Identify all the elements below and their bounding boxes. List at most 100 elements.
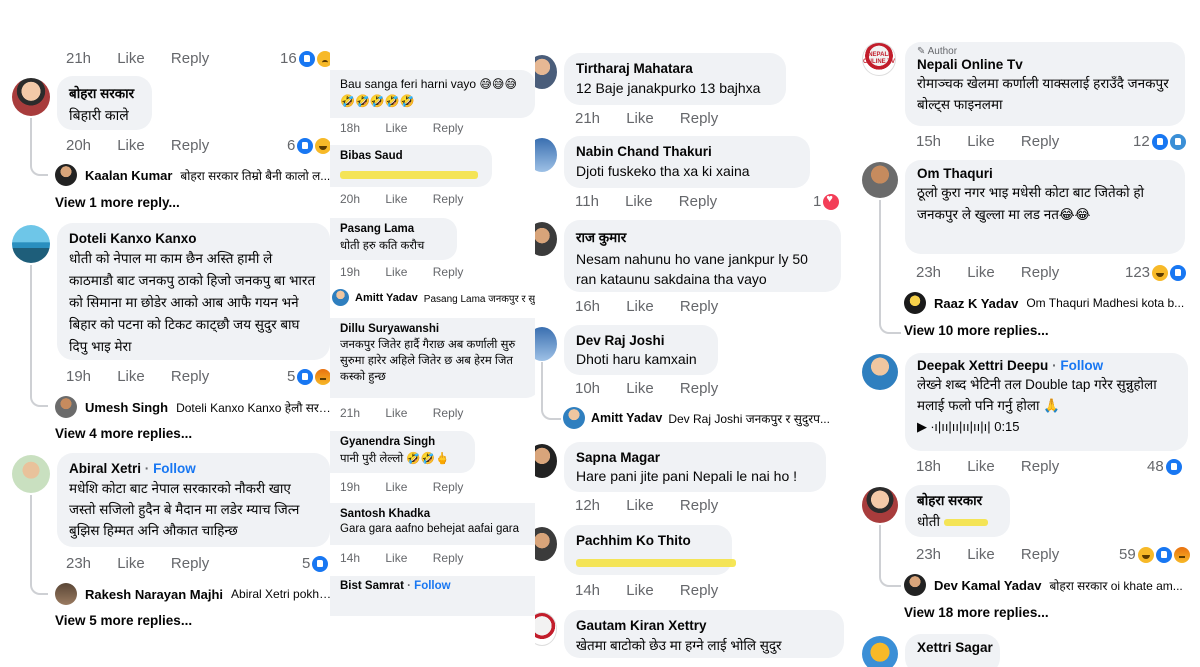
reply-button[interactable]: Reply <box>680 497 718 514</box>
comment-author[interactable]: Abiral Xetri <box>69 461 141 476</box>
like-button[interactable]: Like <box>385 265 407 279</box>
comment-author[interactable]: Gautam Kiran Xettry <box>576 618 832 633</box>
avatar[interactable] <box>535 55 557 89</box>
avatar[interactable] <box>535 138 557 172</box>
follow-button[interactable]: Follow <box>1060 358 1103 373</box>
avatar[interactable] <box>535 527 557 561</box>
reply-preview[interactable]: Amitt Yadav Pasang Lama जनकपुर र सु <box>332 289 540 306</box>
view-more-replies-link[interactable]: View 18 more replies... <box>904 605 1049 620</box>
like-button[interactable]: Like <box>626 380 654 397</box>
comment-author[interactable]: Pachhim Ko Thito <box>576 533 720 548</box>
reply-button[interactable]: Reply <box>433 192 464 206</box>
reaction-summary[interactable]: 48 <box>1147 458 1182 475</box>
reaction-summary[interactable]: 1 <box>813 193 840 210</box>
reply-preview[interactable]: Kaalan Kumar बोहरा सरकार तिम्रो बैनी काल… <box>55 164 333 186</box>
comment-author[interactable]: Nepali Online Tv <box>917 57 1173 72</box>
avatar[interactable] <box>862 162 898 198</box>
reply-button[interactable]: Reply <box>680 110 718 127</box>
comment-author[interactable]: Xettri Sagar <box>917 640 993 655</box>
like-button[interactable]: Like <box>967 458 995 475</box>
comment-author[interactable]: Dillu Suryawanshi <box>340 323 530 335</box>
follow-button[interactable]: Follow <box>153 461 196 476</box>
like-button[interactable]: Like <box>967 133 995 150</box>
like-button[interactable]: Like <box>117 137 145 154</box>
reply-button[interactable]: Reply <box>433 121 464 135</box>
like-button[interactable]: Like <box>626 298 654 315</box>
reply-button[interactable]: Reply <box>433 551 464 565</box>
like-button[interactable]: Like <box>626 110 654 127</box>
avatar[interactable] <box>862 487 898 523</box>
comment-author[interactable]: Pasang Lama <box>340 223 447 235</box>
nepali-online-tv-logo[interactable]: NEPALI ONLINE TV <box>862 42 896 76</box>
reaction-summary[interactable]: 12 <box>1133 133 1186 150</box>
reply-button[interactable]: Reply <box>1021 546 1059 563</box>
reaction-summary[interactable]: 5 <box>287 368 332 385</box>
comment-author[interactable]: Dev Raj Joshi <box>576 333 706 348</box>
reply-button[interactable]: Reply <box>679 193 717 210</box>
avatar[interactable] <box>535 222 557 256</box>
like-button[interactable]: Like <box>117 555 145 572</box>
comment-author[interactable]: Santosh Khadka <box>340 508 532 520</box>
reply-button[interactable]: Reply <box>1021 264 1059 281</box>
avatar[interactable] <box>12 225 50 263</box>
avatar[interactable] <box>12 78 50 116</box>
comment-author[interactable]: Bist Samrat <box>340 580 404 592</box>
comment-author[interactable]: Sapna Magar <box>576 450 814 465</box>
reply-preview[interactable]: Raaz K Yadav Om Thaquri Madhesi kota b..… <box>904 292 1200 314</box>
reply-preview[interactable]: Rakesh Narayan Majhi Abiral Xetri pokha.… <box>55 583 333 605</box>
like-button[interactable]: Like <box>967 264 995 281</box>
like-button[interactable]: Like <box>385 121 407 135</box>
avatar[interactable] <box>862 354 898 390</box>
comment-author[interactable]: बोहरा सरकार <box>69 84 140 102</box>
reply-button[interactable]: Reply <box>680 582 718 599</box>
reply-button[interactable]: Reply <box>1021 458 1059 475</box>
reply-button[interactable]: Reply <box>680 298 718 315</box>
comment-author[interactable]: Tirtharaj Mahatara <box>576 61 774 76</box>
reply-button[interactable]: Reply <box>171 50 209 67</box>
reply-button[interactable]: Reply <box>433 480 464 494</box>
comment-author[interactable]: बोहरा सरकार <box>917 491 998 509</box>
avatar[interactable] <box>12 455 50 493</box>
like-button[interactable]: Like <box>385 551 407 565</box>
avatar[interactable] <box>535 444 557 478</box>
comment-author[interactable]: Om Thaquri <box>917 166 1173 181</box>
reply-preview[interactable]: Umesh Singh Doteli Kanxo Kanxo हेलौ सर त… <box>55 396 333 418</box>
reply-button[interactable]: Reply <box>680 380 718 397</box>
reply-button[interactable]: Reply <box>171 368 209 385</box>
like-button[interactable]: Like <box>385 480 407 494</box>
reaction-summary[interactable]: 16 <box>280 50 333 67</box>
reply-button[interactable]: Reply <box>1021 133 1059 150</box>
like-button[interactable]: Like <box>967 546 995 563</box>
reply-button[interactable]: Reply <box>433 406 464 420</box>
reaction-summary[interactable]: 5 <box>302 555 329 572</box>
view-more-replies-link[interactable]: View 10 more replies... <box>904 323 1049 338</box>
follow-button[interactable]: Follow <box>414 580 450 592</box>
like-button[interactable]: Like <box>385 192 407 206</box>
view-more-replies-link[interactable]: View 4 more replies... <box>55 426 192 441</box>
voice-message-player[interactable]: ▶ ∙ı|ıı|ıı|ıı|ıı|ı| 0:15 <box>917 419 1176 435</box>
view-more-replies-link[interactable]: View 5 more replies... <box>55 613 192 628</box>
like-button[interactable]: Like <box>117 368 145 385</box>
comment-author[interactable]: Nabin Chand Thakuri <box>576 144 798 159</box>
reply-button[interactable]: Reply <box>171 137 209 154</box>
like-button[interactable]: Like <box>385 406 407 420</box>
reply-button[interactable]: Reply <box>171 555 209 572</box>
reply-button[interactable]: Reply <box>433 265 464 279</box>
avatar[interactable] <box>535 612 557 646</box>
like-button[interactable]: Like <box>626 582 654 599</box>
comment-author[interactable]: Doteli Kanxo Kanxo <box>69 231 318 246</box>
comment-author[interactable]: Deepak Xettri Deepu <box>917 358 1048 373</box>
like-button[interactable]: Like <box>117 50 145 67</box>
comment-author[interactable]: Gyanendra Singh <box>340 436 465 448</box>
avatar[interactable] <box>862 636 898 667</box>
reply-preview[interactable]: Amitt Yadav Dev Raj Joshi जनकपुर र सुदुर… <box>563 407 853 429</box>
comment-author[interactable]: Bibas Saud <box>340 150 482 162</box>
reply-preview[interactable]: Dev Kamal Yadav बोहरा सरकार oi khate am.… <box>904 574 1200 596</box>
reaction-summary[interactable]: 6 <box>287 137 332 154</box>
avatar[interactable] <box>535 327 557 361</box>
like-button[interactable]: Like <box>625 193 653 210</box>
comment-author[interactable]: राज कुमार <box>576 228 829 246</box>
reaction-summary[interactable]: 59 <box>1119 546 1190 563</box>
view-more-replies-link[interactable]: View 1 more reply... <box>55 195 180 210</box>
like-button[interactable]: Like <box>626 497 654 514</box>
